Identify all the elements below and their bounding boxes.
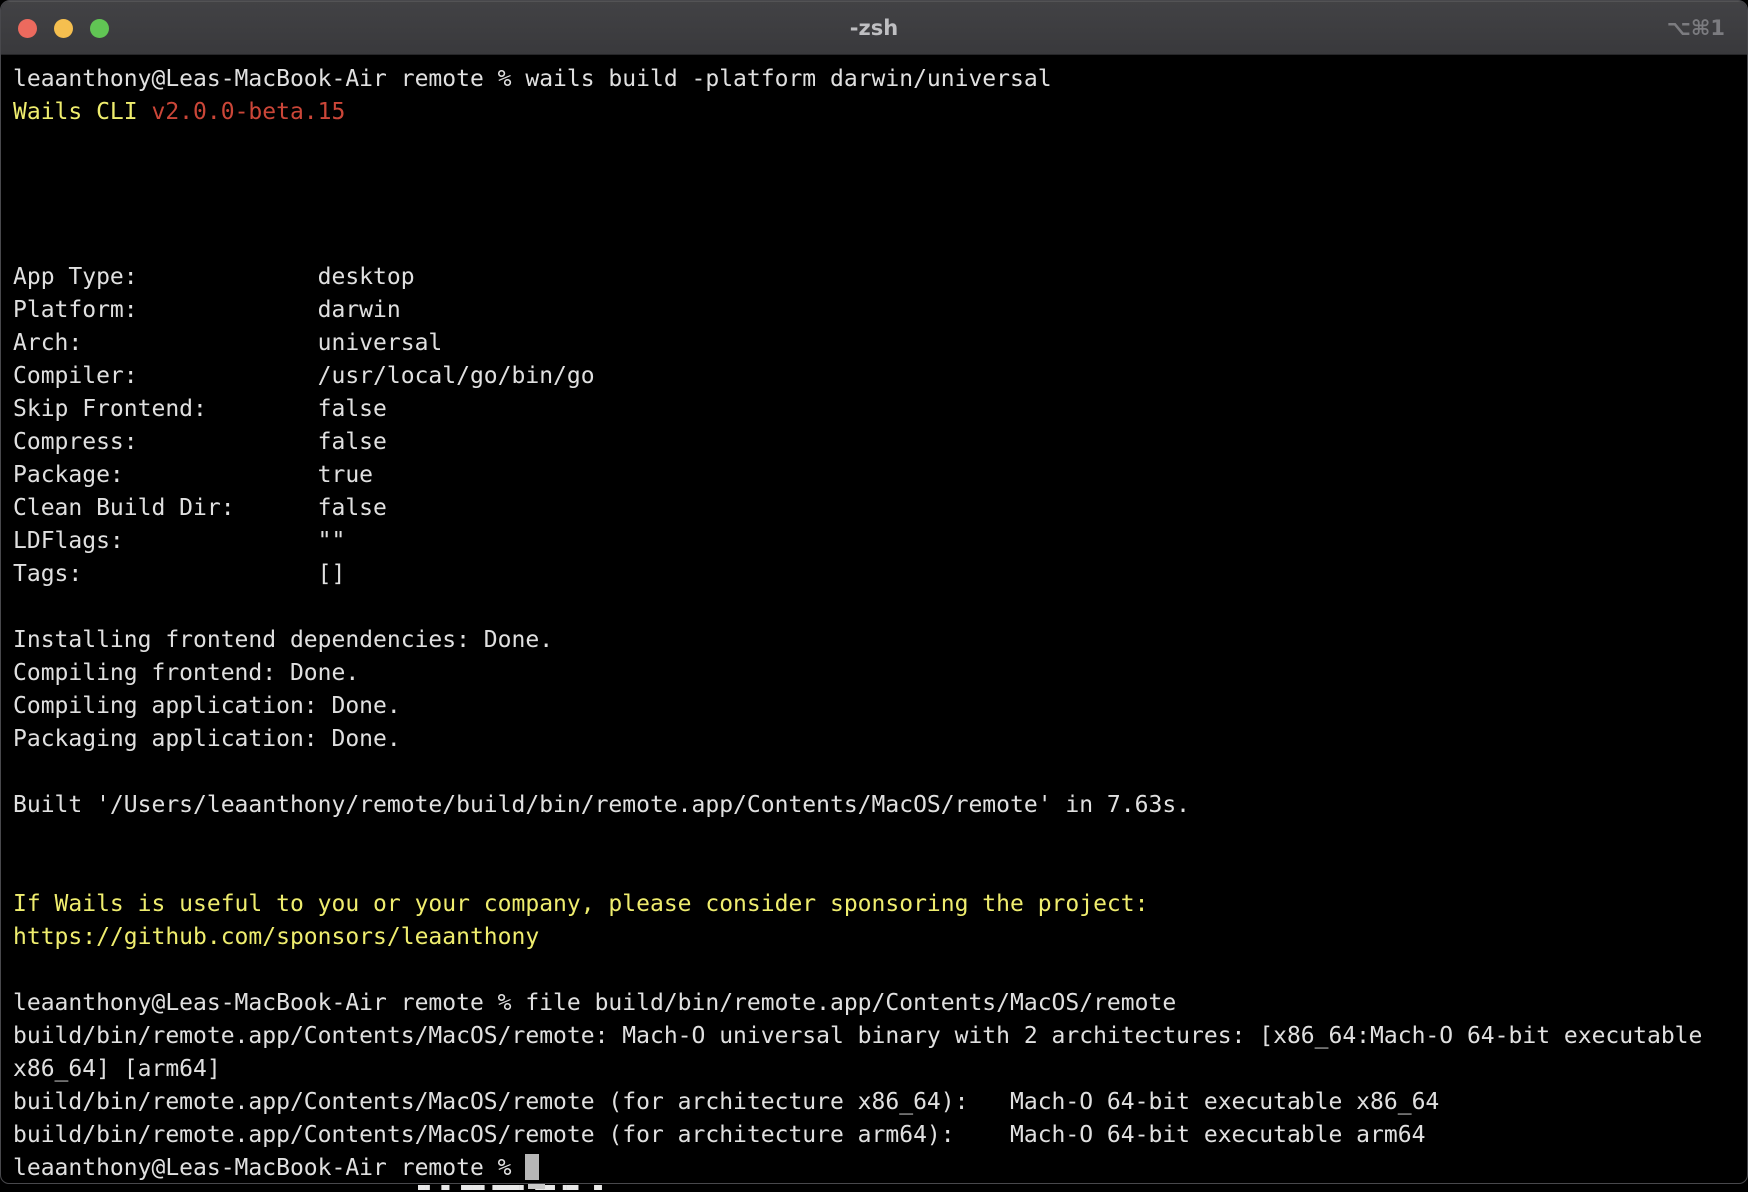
terminal-line	[13, 129, 1747, 162]
terminal-line: Skip Frontend: false	[13, 393, 1747, 426]
terminal-line: App Type: desktop	[13, 261, 1747, 294]
titlebar[interactable]: -zsh ⌥⌘1	[1, 1, 1747, 55]
terminal-line	[13, 228, 1747, 261]
window-title: -zsh	[1, 1, 1747, 55]
terminal-text: If Wails is useful to you or your compan…	[13, 891, 1148, 917]
terminal-text: Arch: universal	[13, 330, 442, 356]
terminal-text: Built '/Users/leaanthony/remote/build/bi…	[13, 792, 1190, 818]
terminal-line: leaanthony@Leas-MacBook-Air remote %	[13, 1152, 1747, 1184]
terminal-line: build/bin/remote.app/Contents/MacOS/remo…	[13, 1020, 1747, 1053]
terminal-line: If Wails is useful to you or your compan…	[13, 888, 1747, 921]
terminal-text: leaanthony@Leas-MacBook-Air remote % fil…	[13, 990, 1176, 1016]
terminal-line: Compress: false	[13, 426, 1747, 459]
terminal-screen[interactable]: leaanthony@Leas-MacBook-Air remote % wai…	[1, 55, 1747, 1184]
terminal-line: Compiling frontend: Done.	[13, 657, 1747, 690]
terminal-text: Wails CLI	[13, 99, 151, 125]
terminal-line: Tags: []	[13, 558, 1747, 591]
terminal-line: Package: true	[13, 459, 1747, 492]
terminal-text: leaanthony@Leas-MacBook-Air remote % wai…	[13, 66, 1052, 92]
terminal-line: https://github.com/sponsors/leaanthony	[13, 921, 1747, 954]
terminal-line	[13, 855, 1747, 888]
terminal-line	[13, 195, 1747, 228]
terminal-line: Clean Build Dir: false	[13, 492, 1747, 525]
terminal-line: build/bin/remote.app/Contents/MacOS/remo…	[13, 1119, 1747, 1152]
terminal-line: Compiler: /usr/local/go/bin/go	[13, 360, 1747, 393]
terminal-line: Compiling application: Done.	[13, 690, 1747, 723]
terminal-line: Packaging application: Done.	[13, 723, 1747, 756]
terminal-text: Compiling frontend: Done.	[13, 660, 359, 686]
terminal-text: Compiling application: Done.	[13, 693, 401, 719]
terminal-line: build/bin/remote.app/Contents/MacOS/remo…	[13, 1086, 1747, 1119]
terminal-line: Platform: darwin	[13, 294, 1747, 327]
terminal-line: Built '/Users/leaanthony/remote/build/bi…	[13, 789, 1747, 822]
terminal-window: -zsh ⌥⌘1 leaanthony@Leas-MacBook-Air rem…	[0, 0, 1748, 1184]
terminal-line: LDFlags: ""	[13, 525, 1747, 558]
background-window-sliver: █▌ █ ▐██▌▐███▌ ██▌▐█▌ ▐▌	[0, 1184, 1748, 1192]
terminal-line	[13, 591, 1747, 624]
terminal-line	[13, 162, 1747, 195]
terminal-text: https://github.com/sponsors/leaanthony	[13, 924, 539, 950]
terminal-line: Arch: universal	[13, 327, 1747, 360]
terminal-text: leaanthony@Leas-MacBook-Air remote %	[13, 1155, 525, 1181]
terminal-text: App Type: desktop	[13, 264, 415, 290]
background-window-cursor-fragment	[528, 1184, 545, 1189]
terminal-line	[13, 756, 1747, 789]
terminal-line: Installing frontend dependencies: Done.	[13, 624, 1747, 657]
terminal-text: Clean Build Dir: false	[13, 495, 387, 521]
terminal-line	[13, 822, 1747, 855]
terminal-text: Packaging application: Done.	[13, 726, 401, 752]
terminal-text: build/bin/remote.app/Contents/MacOS/remo…	[13, 1089, 1439, 1115]
terminal-text: LDFlags: ""	[13, 528, 345, 554]
terminal-text: Platform: darwin	[13, 297, 401, 323]
terminal-text: build/bin/remote.app/Contents/MacOS/remo…	[13, 1023, 1702, 1049]
terminal-line: x86_64] [arm64]	[13, 1053, 1747, 1086]
terminal-text: x86_64] [arm64]	[13, 1056, 221, 1082]
terminal-text: Tags: []	[13, 561, 345, 587]
terminal-text: build/bin/remote.app/Contents/MacOS/remo…	[13, 1122, 1425, 1148]
tab-shortcut-label: ⌥⌘1	[1667, 1, 1725, 55]
terminal-text: Skip Frontend: false	[13, 396, 387, 422]
terminal-line: leaanthony@Leas-MacBook-Air remote % fil…	[13, 987, 1747, 1020]
terminal-text: v2.0.0-beta.15	[151, 99, 345, 125]
terminal-text: Compress: false	[13, 429, 387, 455]
terminal-text: Compiler: /usr/local/go/bin/go	[13, 363, 595, 389]
terminal-line: Wails CLI v2.0.0-beta.15	[13, 96, 1747, 129]
terminal-line	[13, 954, 1747, 987]
block-cursor	[525, 1154, 539, 1180]
background-window-text-fragment: █▌ █ ▐██▌▐███▌ ██▌▐█▌ ▐▌	[418, 1185, 606, 1190]
terminal-text: Installing frontend dependencies: Done.	[13, 627, 553, 653]
terminal-line: leaanthony@Leas-MacBook-Air remote % wai…	[13, 63, 1747, 96]
terminal-text: Package: true	[13, 462, 373, 488]
